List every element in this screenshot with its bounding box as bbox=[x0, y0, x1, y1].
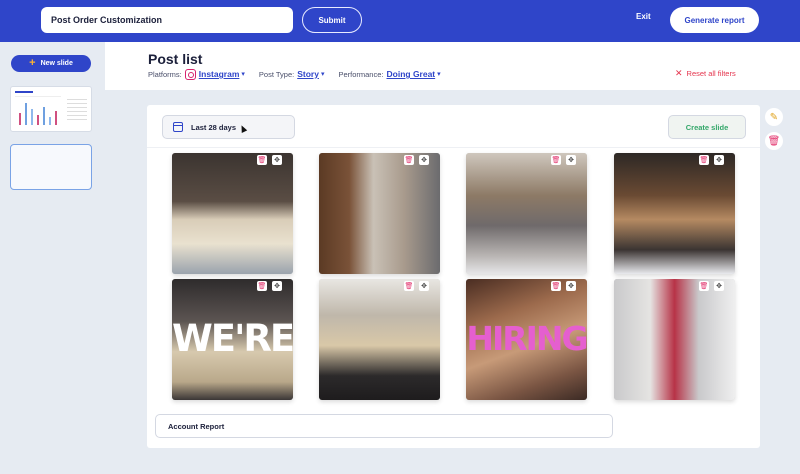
platform-filter[interactable]: Instagram bbox=[199, 69, 240, 79]
submit-button[interactable]: Submit bbox=[302, 7, 362, 33]
move-icon[interactable]: ✥ bbox=[714, 281, 724, 291]
post-card[interactable]: 🗑 ✥ bbox=[614, 279, 735, 400]
post-card[interactable]: 🗑 ✥ bbox=[466, 153, 587, 274]
move-icon[interactable]: ✥ bbox=[419, 155, 429, 165]
generate-report-button[interactable]: Generate report bbox=[670, 7, 759, 33]
exit-button[interactable]: Exit bbox=[636, 12, 651, 21]
post-type-filter[interactable]: Story bbox=[297, 69, 319, 79]
trash-icon[interactable]: 🗑 bbox=[765, 132, 783, 150]
slides-panel: + New slide bbox=[0, 42, 105, 474]
close-icon: ✕ bbox=[675, 68, 683, 78]
trash-icon[interactable]: 🗑 bbox=[699, 281, 709, 291]
slide-thumbnail-chart bbox=[15, 91, 87, 125]
move-icon[interactable]: ✥ bbox=[566, 281, 576, 291]
slide-thumbnail-2[interactable] bbox=[10, 144, 92, 190]
create-slide-button[interactable]: Create slide bbox=[668, 115, 746, 139]
chevron-down-icon[interactable]: ▾ bbox=[437, 70, 441, 78]
trash-icon[interactable]: 🗑 bbox=[551, 155, 561, 165]
edit-icon[interactable]: ✎ bbox=[765, 108, 783, 126]
filter-bar: Platforms: Instagram ▾ Post Type: Story … bbox=[148, 68, 455, 80]
post-card[interactable]: 🗑 ✥ bbox=[172, 153, 293, 274]
date-range-label: Last 28 days bbox=[191, 122, 237, 132]
page-title: Post list bbox=[148, 51, 203, 67]
account-report-field[interactable]: Account Report bbox=[155, 414, 613, 438]
date-range-button[interactable]: Last 28 days bbox=[162, 115, 295, 139]
move-icon[interactable]: ✥ bbox=[419, 281, 429, 291]
post-image bbox=[172, 153, 293, 274]
post-card[interactable]: 🗑 ✥ bbox=[614, 153, 735, 274]
plus-icon: + bbox=[29, 57, 36, 69]
trash-icon[interactable]: 🗑 bbox=[699, 155, 709, 165]
trash-icon[interactable]: 🗑 bbox=[257, 281, 267, 291]
post-card[interactable]: 🗑 ✥ bbox=[319, 153, 440, 274]
reset-filters-label: Reset all filters bbox=[686, 69, 736, 78]
post-image bbox=[319, 153, 440, 274]
post-image bbox=[614, 153, 735, 274]
performance-filter[interactable]: Doing Great bbox=[387, 69, 436, 79]
calendar-icon bbox=[173, 122, 183, 132]
post-image bbox=[614, 279, 735, 400]
instagram-icon bbox=[184, 68, 196, 80]
trash-icon[interactable]: 🗑 bbox=[404, 281, 414, 291]
report-title-input[interactable] bbox=[41, 7, 293, 33]
slide-thumbnail-1[interactable] bbox=[10, 86, 92, 132]
trash-icon[interactable]: 🗑 bbox=[551, 281, 561, 291]
trash-icon[interactable]: 🗑 bbox=[404, 155, 414, 165]
chevron-down-icon[interactable]: ▾ bbox=[321, 70, 325, 78]
chevron-down-icon[interactable]: ▾ bbox=[241, 70, 245, 78]
top-bar: Submit Exit Generate report bbox=[0, 0, 800, 42]
reset-filters-button[interactable]: ✕ Reset all filters bbox=[675, 68, 736, 79]
trash-icon[interactable]: 🗑 bbox=[257, 155, 267, 165]
move-icon[interactable]: ✥ bbox=[714, 155, 724, 165]
move-icon[interactable]: ✥ bbox=[566, 155, 576, 165]
post-card[interactable]: 🗑 ✥ bbox=[319, 279, 440, 400]
new-slide-label: New slide bbox=[40, 60, 73, 67]
post-list-header: Post list Platforms: Instagram ▾ Post Ty… bbox=[105, 42, 800, 90]
post-card[interactable]: HIRING 🗑 ✥ bbox=[466, 279, 587, 400]
post-image bbox=[466, 153, 587, 274]
new-slide-button[interactable]: + New slide bbox=[11, 55, 91, 72]
divider bbox=[147, 147, 760, 148]
post-overlay-text: WE'RE bbox=[172, 317, 293, 360]
move-icon[interactable]: ✥ bbox=[272, 155, 282, 165]
post-card[interactable]: WE'RE 🗑 ✥ bbox=[172, 279, 293, 400]
post-type-label: Post Type: bbox=[258, 69, 295, 79]
platforms-label: Platforms: bbox=[148, 69, 182, 79]
post-overlay-text: HIRING bbox=[466, 319, 587, 358]
move-icon[interactable]: ✥ bbox=[272, 281, 282, 291]
performance-label: Performance: bbox=[338, 69, 384, 79]
slide-canvas: Last 28 days Create slide 🗑 ✥ 🗑 ✥ 🗑 ✥ 🗑 … bbox=[147, 105, 760, 448]
post-image bbox=[319, 279, 440, 400]
